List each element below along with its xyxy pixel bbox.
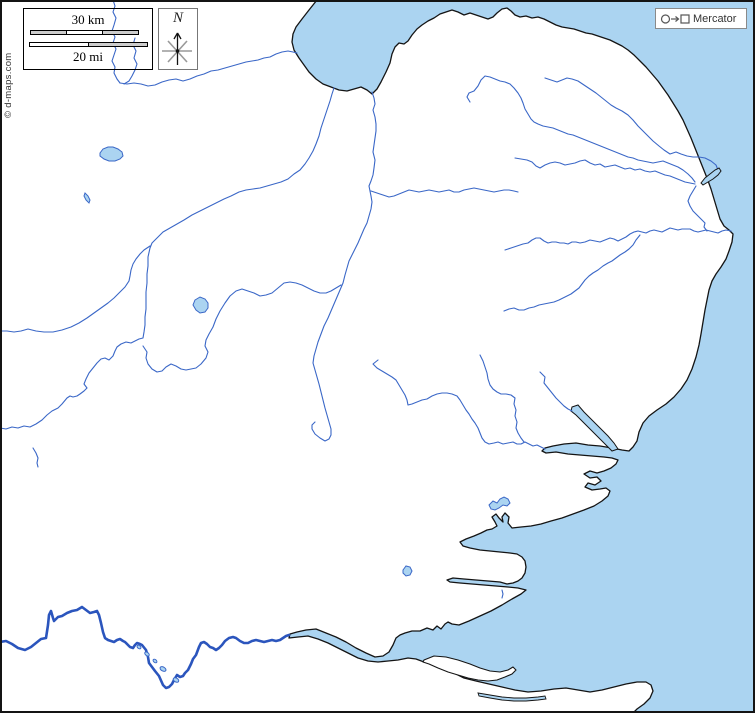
projection-box: Mercator [655,8,747,29]
scale-segment [66,30,103,35]
reservoir-dot [152,659,157,664]
lake-hanningfield [403,566,412,576]
scale-km-label: 30 km [24,12,152,28]
river-thames [0,607,289,688]
lake-sliver [84,193,90,203]
projection-label: Mercator [693,13,736,25]
scale-segment [30,30,67,35]
reservoir-dot [159,666,167,673]
scale-box: 30 km 20 mi [23,8,153,70]
compass-box: N [158,8,198,70]
scale-bar-km [30,30,140,35]
river-stub-sw [33,448,38,467]
river-waveney [505,228,731,250]
compass-rose-icon [159,28,195,68]
copyright-credit: © d-maps.com [3,52,14,118]
river-gipping [540,372,572,411]
lake-grafham [100,147,123,161]
sea-layer [289,0,755,713]
lake-teardrop [193,297,208,313]
river-great-ouse [0,88,334,429]
lakes-layer [84,147,510,683]
river-roach-stub [502,590,503,598]
river-cam [143,282,341,372]
scale-bar-mi [29,42,148,47]
scale-mi-label: 20 mi [24,49,152,65]
sea-coastline [289,0,755,713]
compass-north-label: N [159,10,197,27]
lake-abberton [489,497,510,510]
scale-segment [102,30,139,35]
reservoir-dot [144,651,150,657]
river-north-south [312,92,376,441]
swale-channel [478,693,546,701]
river-colne-upper [480,355,524,442]
circle-arrow-square-icon [660,13,690,25]
river-wensum [515,158,695,184]
east-anglia-map [0,0,755,713]
river-stub-south [688,186,707,231]
river-tributary-west [0,246,150,332]
river-blyth-upper [504,235,640,311]
map-page: 30 km 20 mi N Mercator © d-maps.com [0,0,755,713]
scale-segment [88,42,148,47]
river-yare [467,76,695,182]
river-little-ouse [371,188,518,197]
scale-segment [29,42,89,47]
